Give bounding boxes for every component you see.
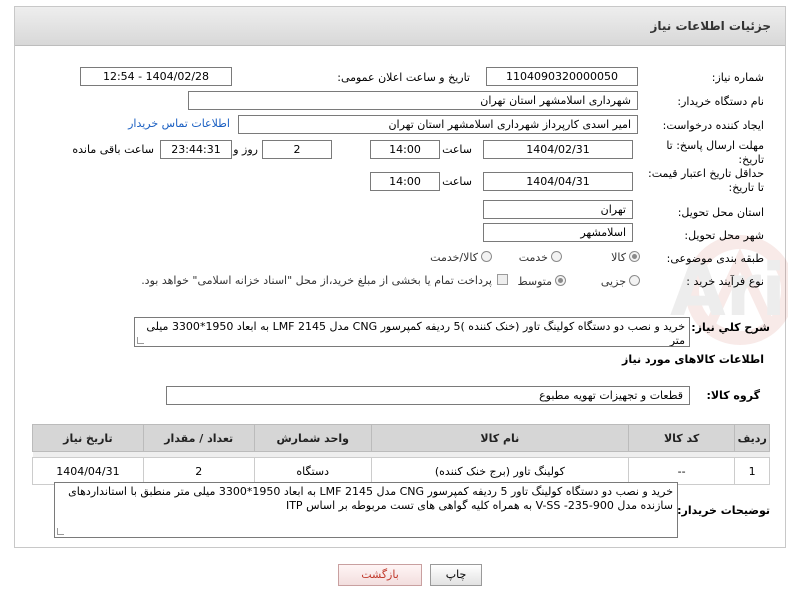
process-label: نوع فرآیند خرید :: [686, 275, 764, 288]
process-radio-medium[interactable]: [555, 275, 566, 286]
cell-row: 1: [734, 457, 770, 485]
goods-table-header-row: ردیف کد کالا نام کالا واحد شمارش تعداد /…: [32, 424, 770, 452]
reply-days-field: 2: [262, 140, 332, 159]
category-option-goods: کالا: [611, 251, 626, 264]
reply-deadline-label: مهلت ارسال پاسخ: تا تاریخ:: [666, 139, 764, 166]
col-header-code: کد کالا: [627, 424, 736, 452]
resize-handle-icon[interactable]: [137, 337, 144, 344]
category-radio-goods-service[interactable]: [481, 251, 492, 262]
buyer-notes-textarea[interactable]: خرید و نصب دو دستگاه کولینگ تاور 5 ردیفه…: [54, 482, 678, 538]
goods-table: ردیف کد کالا نام کالا واحد شمارش تعداد /…: [32, 424, 770, 485]
province-field: تهران: [483, 200, 633, 219]
cell-date: 1404/04/31: [32, 457, 144, 485]
process-option-medium: متوسط: [517, 275, 552, 288]
cell-name: کولینگ تاور (برج خنک کننده): [370, 457, 629, 485]
col-header-qty: تعداد / مقدار: [142, 424, 255, 452]
hours-left-label: ساعت باقی مانده: [72, 143, 154, 156]
col-header-date: تاریخ نیاز: [32, 424, 144, 452]
announce-datetime-label: تاریخ و ساعت اعلان عمومی:: [337, 71, 470, 84]
buyer-contact-link[interactable]: اطلاعات تماس خریدار: [128, 117, 230, 130]
announce-datetime-field: 1404/02/28 - 12:54: [80, 67, 232, 86]
col-header-name: نام کالا: [370, 424, 629, 452]
price-date-field: 1404/04/31: [483, 172, 633, 191]
category-option-service: خدمت: [518, 251, 548, 264]
treasury-payment-note: پرداخت تمام یا بخشی از مبلغ خرید،از محل …: [141, 274, 492, 287]
category-option-goods-service: کالا/خدمت: [430, 251, 478, 264]
reply-time-field: 14:00: [370, 140, 440, 159]
treasury-payment-checkbox[interactable]: [497, 274, 508, 285]
buyer-notes-label: توضیحات خریدار:: [677, 504, 770, 517]
reply-date-field: 1404/02/31: [483, 140, 633, 159]
goods-group-field: قطعات و تجهیزات تهویه مطبوع: [166, 386, 690, 405]
reply-time-label: ساعت: [442, 143, 472, 156]
back-button[interactable]: بازگشت: [338, 564, 422, 586]
panel-title: جزئیات اطلاعات نیاز: [650, 19, 771, 33]
general-desc-label: شرح کلي نياز:: [691, 321, 770, 334]
page: جزئیات اطلاعات نیاز AriaTender.net شماره…: [0, 0, 788, 598]
need-number-label: شماره نیاز:: [711, 71, 764, 84]
process-radio-minor[interactable]: [629, 275, 640, 286]
requester-field: امیر اسدی کارپرداز شهرداری اسلامشهر استا…: [238, 115, 638, 134]
panel-header: جزئیات اطلاعات نیاز: [15, 7, 785, 46]
goods-group-label: گروه کالا:: [706, 389, 760, 402]
need-number-field: 1104090320000050: [486, 67, 638, 86]
price-time-label: ساعت: [442, 175, 472, 188]
resize-handle-icon[interactable]: [57, 528, 64, 535]
buyer-org-label: نام دستگاه خریدار:: [677, 95, 764, 108]
process-option-minor: جزیی: [600, 275, 626, 288]
cell-code: --: [627, 457, 736, 485]
print-button[interactable]: چاپ: [430, 564, 482, 586]
goods-info-heading: اطلاعات کالاهای مورد نیاز: [622, 353, 764, 366]
general-desc-textarea[interactable]: خرید و نصب دو دستگاه کولینگ تاور (خنک کن…: [134, 317, 690, 347]
price-validity-label: حداقل تاریخ اعتبار قیمت: تا تاریخ:: [648, 167, 764, 194]
city-label: شهر محل تحویل:: [684, 229, 764, 242]
days-and-label: روز و: [233, 143, 258, 156]
province-label: استان محل تحویل:: [677, 206, 764, 219]
category-radio-service[interactable]: [551, 251, 562, 262]
cell-qty: 2: [142, 457, 255, 485]
price-time-field: 14:00: [370, 172, 440, 191]
buyer-notes-text: خرید و نصب دو دستگاه کولینگ تاور 5 ردیفه…: [68, 485, 673, 512]
cell-unit: دستگاه: [253, 457, 372, 485]
city-field: اسلامشهر: [483, 223, 633, 242]
remaining-time-field: 23:44:31: [160, 140, 232, 159]
col-header-row: ردیف: [734, 424, 770, 452]
buyer-org-field: شهرداری اسلامشهر استان تهران: [188, 91, 638, 110]
category-label: طبقه بندی موضوعی:: [666, 252, 764, 265]
general-desc-text: خرید و نصب دو دستگاه کولینگ تاور (خنک کن…: [146, 320, 685, 347]
requester-label: ایجاد کننده درخواست:: [662, 119, 764, 132]
table-row: 1 -- کولینگ تاور (برج خنک کننده) دستگاه …: [32, 457, 770, 485]
category-radio-goods[interactable]: [629, 251, 640, 262]
col-header-unit: واحد شمارش: [253, 424, 372, 452]
